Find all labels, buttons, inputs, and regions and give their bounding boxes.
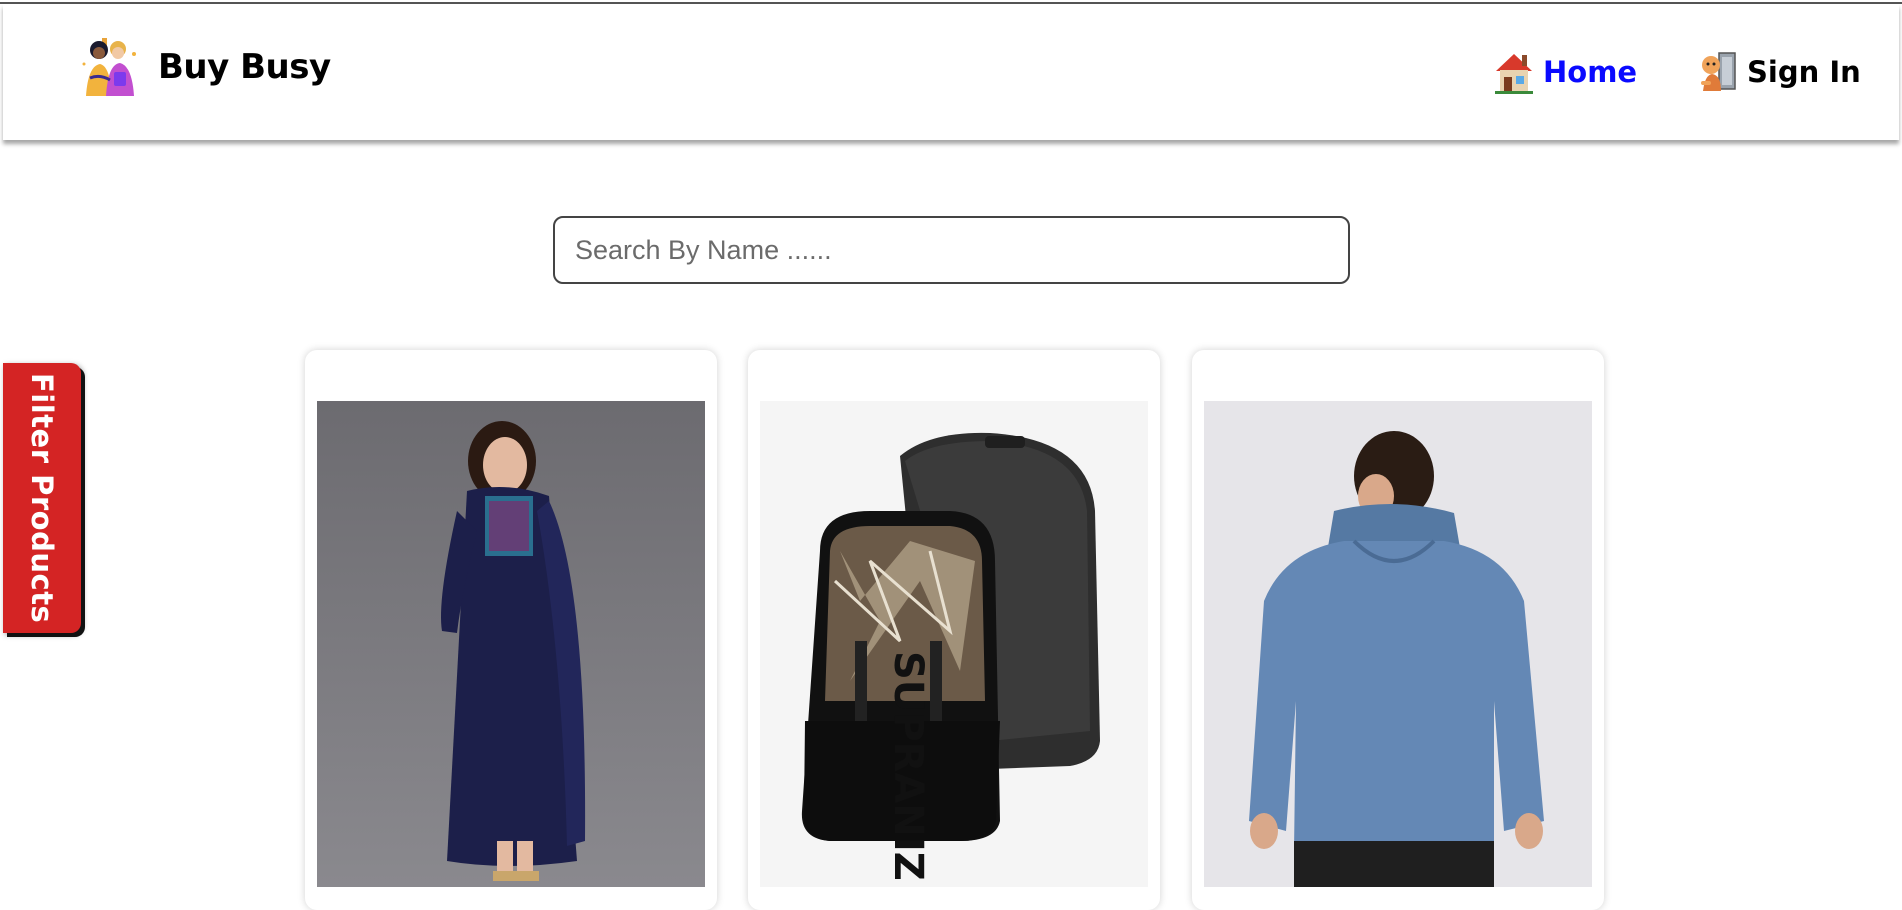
nav-signin-label: Sign In bbox=[1747, 55, 1861, 89]
sign-in-door-icon bbox=[1697, 49, 1739, 95]
filter-products-toggle[interactable]: Filter Products bbox=[3, 363, 81, 633]
camouflage-backpack-image: SUPRANIZ bbox=[760, 401, 1148, 887]
shoppers-logo-icon bbox=[80, 34, 138, 100]
product-card[interactable] bbox=[305, 350, 717, 910]
man-in-blue-hoodie-image bbox=[1204, 401, 1592, 887]
product-card[interactable]: SUPRANIZ bbox=[748, 350, 1160, 910]
navbar: Buy Busy Home Sign In bbox=[3, 4, 1899, 140]
nav-home-label: Home bbox=[1543, 55, 1638, 89]
house-icon bbox=[1493, 49, 1535, 95]
brand[interactable]: Buy Busy bbox=[80, 34, 331, 100]
woman-in-navy-kurta-image bbox=[317, 401, 705, 887]
filter-products-label: Filter Products bbox=[25, 372, 59, 624]
product-card[interactable] bbox=[1192, 350, 1604, 910]
brand-name: Buy Busy bbox=[158, 47, 331, 87]
search-input[interactable] bbox=[553, 216, 1350, 284]
svg-text:SUPRANIZ: SUPRANIZ bbox=[885, 651, 931, 881]
nav-home-link[interactable]: Home bbox=[1493, 49, 1637, 95]
nav-signin-link[interactable]: Sign In bbox=[1697, 49, 1861, 95]
